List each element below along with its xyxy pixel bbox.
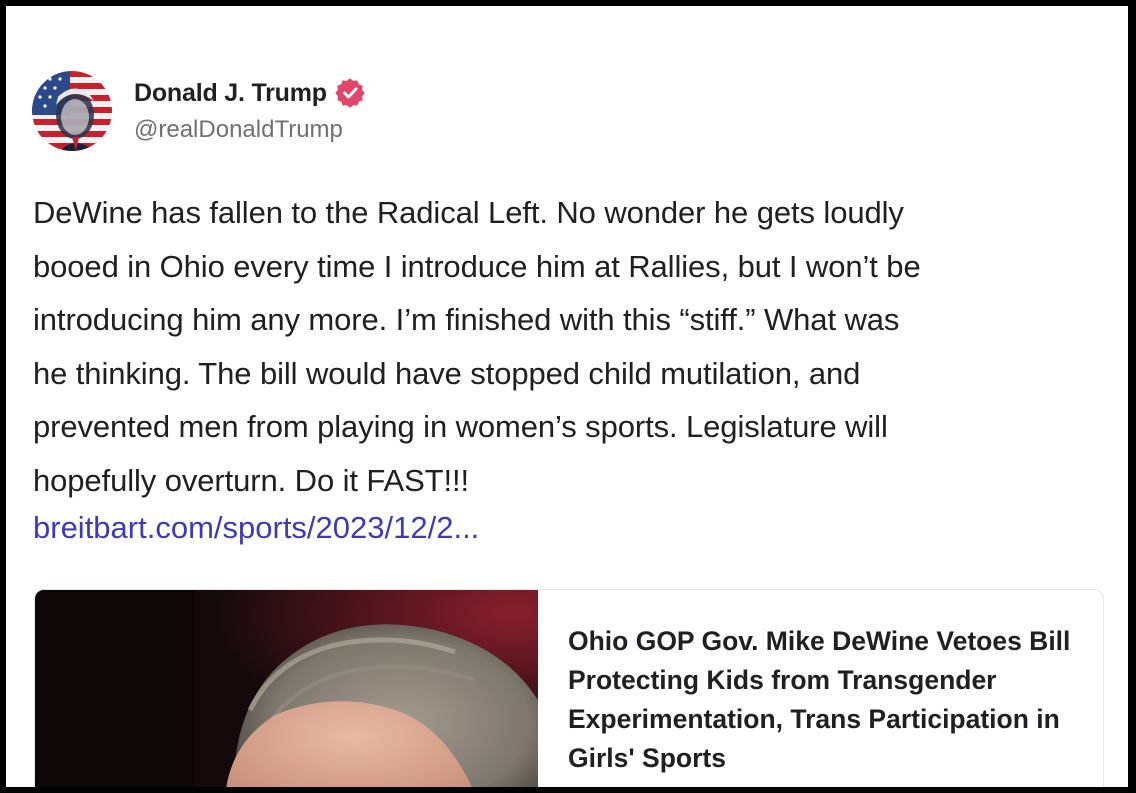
verified-badge-icon xyxy=(335,78,365,108)
post-frame: Donald J. Trump @realDonaldTrump DeWine … xyxy=(6,6,1128,787)
name-row: Donald J. Trump xyxy=(134,78,365,108)
post-line: hopefully overturn. Do it FAST!!! xyxy=(33,462,470,498)
post-line: DeWine has fallen to the Radical Left. N… xyxy=(33,195,904,230)
display-name[interactable]: Donald J. Trump xyxy=(134,79,327,108)
post-header: Donald J. Trump @realDonaldTrump xyxy=(32,66,365,156)
post-line: he thinking. The bill would have stopped… xyxy=(33,355,861,391)
author-info: Donald J. Trump @realDonaldTrump xyxy=(134,78,365,144)
post-line: prevented men from playing in women’s sp… xyxy=(33,409,888,444)
link-preview-card[interactable]: Ohio GOP Gov. Mike DeWine Vetoes Bill Pr… xyxy=(34,589,1104,787)
post-line: introducing him any more. I’m finished w… xyxy=(33,302,900,337)
avatar[interactable] xyxy=(32,71,112,151)
post-body: DeWine has fallen to the Radical Left. N… xyxy=(33,186,1113,507)
post-line: booed in Ohio every time I introduce him… xyxy=(33,248,921,284)
article-title[interactable]: Ohio GOP Gov. Mike DeWine Vetoes Bill Pr… xyxy=(538,590,1103,787)
avatar-flag-portrait-icon xyxy=(32,71,112,151)
user-handle[interactable]: @realDonaldTrump xyxy=(134,116,365,144)
article-thumbnail[interactable] xyxy=(35,590,538,787)
article-link[interactable]: breitbart.com/sports/2023/12/2... xyxy=(33,506,479,550)
